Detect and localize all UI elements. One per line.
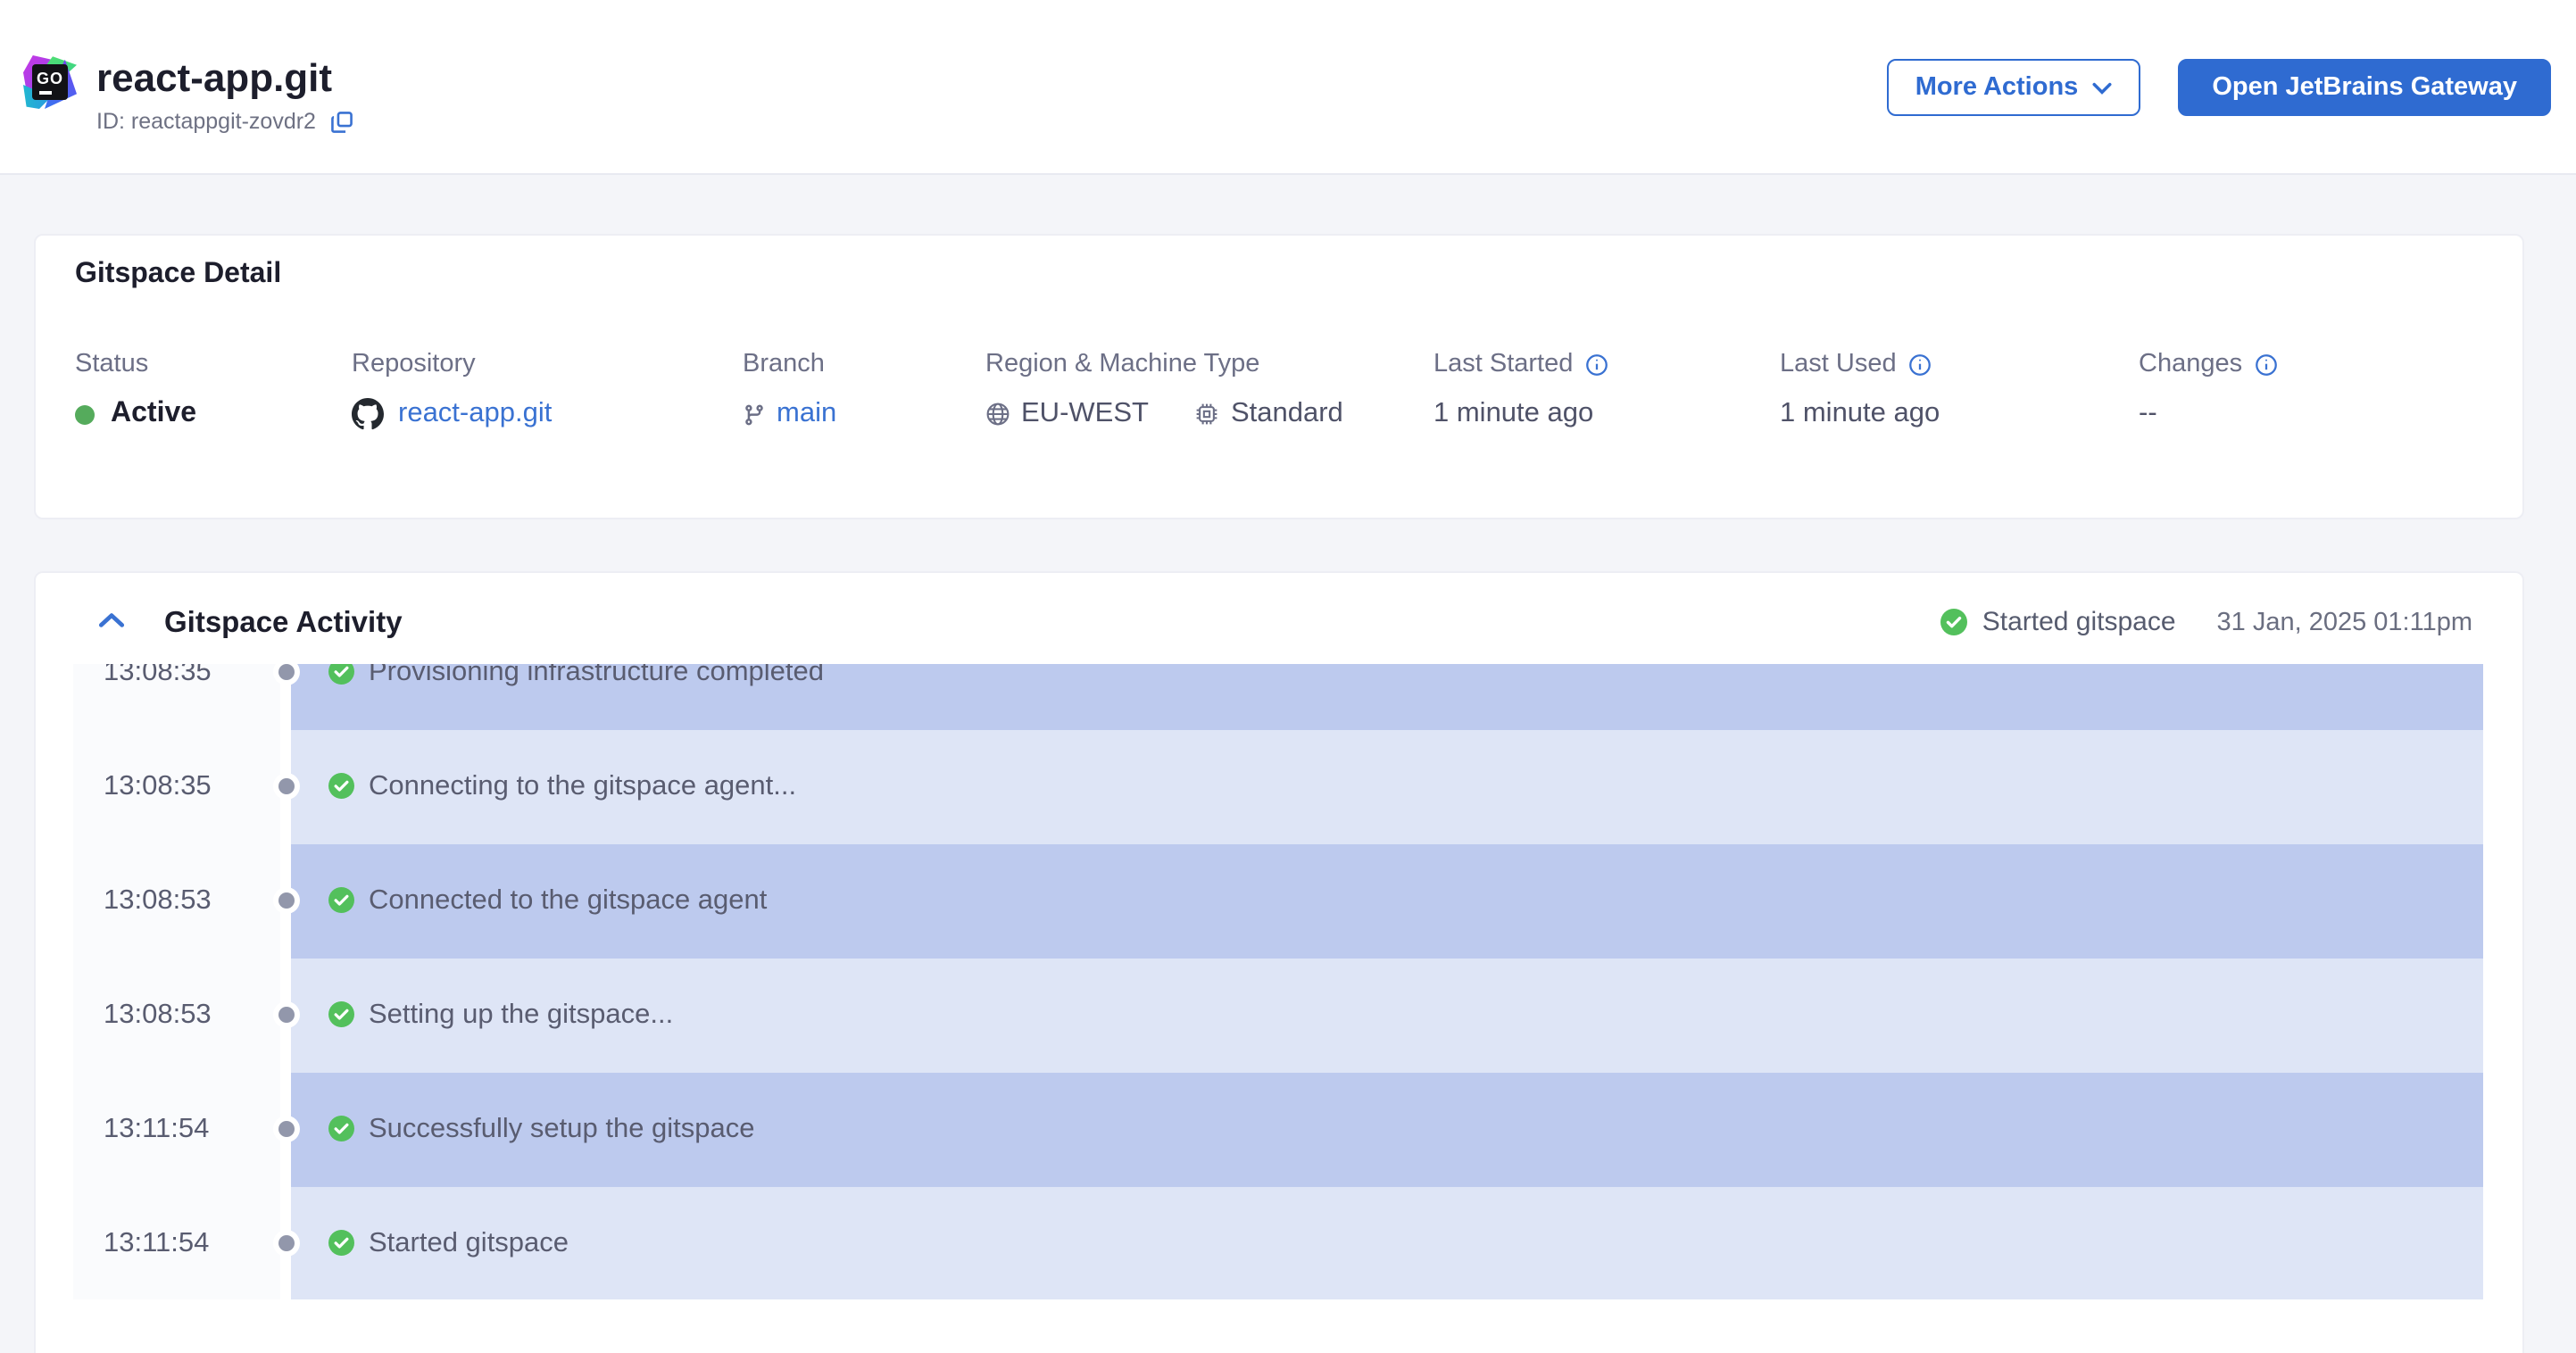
timeline-dot-icon (278, 1007, 295, 1023)
last-used-label: Last Used (1780, 350, 1897, 378)
latest-event-timestamp: 31 Jan, 2025 01:11pm (2216, 608, 2472, 636)
log-message: Connected to the gitspace agent (369, 884, 768, 915)
field-repository: Repository react-app.git (352, 350, 552, 430)
log-row: 13:11:54 Successfully setup the gitspace (73, 1072, 2483, 1186)
status-label: Status (75, 350, 149, 378)
activity-log-viewport[interactable]: 13:08:35 Provisioning infrastructure com… (73, 664, 2483, 1299)
field-branch: Branch main (743, 350, 836, 430)
branch-label: Branch (743, 350, 825, 378)
globe-icon (986, 403, 1010, 426)
check-circle-icon (328, 887, 354, 914)
changes-label: Changes (2139, 350, 2243, 378)
machine-type-icon (1197, 403, 1218, 425)
log-time: 13:08:53 (104, 999, 212, 1029)
check-circle-icon (1940, 609, 1968, 635)
timeline-dot-icon (278, 664, 295, 680)
log-message: Successfully setup the gitspace (369, 1113, 755, 1143)
field-region-machine: Region & Machine Type EU-WEST Standard (985, 350, 1343, 430)
timeline-dot-icon (278, 1235, 295, 1251)
log-message-cell: Connecting to the gitspace agent... (291, 729, 2483, 843)
open-gateway-label: Open JetBrains Gateway (2212, 73, 2517, 102)
last-started-label: Last Started (1433, 350, 1574, 378)
last-started-value: 1 minute ago (1433, 398, 1594, 428)
machine-type-value: Standard (1230, 398, 1343, 428)
log-row: 13:11:54 Started gitspace (73, 1186, 2483, 1299)
timeline-dot-icon (278, 892, 295, 909)
log-message: Connecting to the gitspace agent... (369, 770, 797, 801)
status-value: Active (111, 398, 197, 428)
gitspace-detail-page: GO react-app.git ID: reactappgit-zovdr2 … (0, 0, 2576, 1353)
changes-value: -- (2139, 398, 2157, 428)
log-message: Provisioning infrastructure completed (369, 664, 825, 686)
copy-icon[interactable] (330, 110, 353, 133)
region-machine-label: Region & Machine Type (985, 350, 1260, 378)
git-branch-icon (745, 403, 763, 425)
activity-latest-status: Started gitspace 31 Jan, 2025 01:11pm (1940, 607, 2472, 637)
field-last-started: Last Started 1 minute ago (1433, 350, 1608, 430)
status-active-dot (75, 404, 95, 424)
branch-link[interactable]: main (777, 398, 836, 430)
log-time: 13:11:54 (104, 1227, 210, 1258)
latest-event-label: Started gitspace (1982, 607, 2176, 637)
repository-link[interactable]: react-app.git (398, 398, 552, 430)
info-icon[interactable] (2255, 353, 2278, 376)
log-row: 13:08:35 Connecting to the gitspace agen… (73, 729, 2483, 843)
log-row: 13:08:53 Connected to the gitspace agent (73, 843, 2483, 958)
log-row: 13:08:35 Provisioning infrastructure com… (73, 664, 2483, 729)
gitspace-id: ID: reactappgit-zovdr2 (96, 109, 316, 134)
log-message: Started gitspace (369, 1227, 569, 1258)
region-value: EU-WEST (1021, 398, 1149, 428)
log-time: 13:08:35 (104, 770, 212, 801)
log-message-cell: Connected to the gitspace agent (291, 843, 2483, 958)
log-message: Setting up the gitspace... (369, 999, 674, 1029)
log-message-cell: Provisioning infrastructure completed (291, 664, 2483, 729)
check-circle-icon (328, 1230, 354, 1257)
detail-card-title: Gitspace Detail (75, 259, 282, 289)
gitspace-detail-card: Gitspace Detail Status Active Repository… (34, 234, 2524, 519)
check-circle-icon (328, 664, 354, 685)
chevron-down-icon (2092, 81, 2112, 94)
page-title: react-app.git (96, 55, 333, 100)
last-used-value: 1 minute ago (1780, 398, 1940, 428)
timeline-dot-icon (278, 778, 295, 794)
log-message-cell: Started gitspace (291, 1186, 2483, 1299)
repository-label: Repository (352, 350, 476, 378)
header-actions: More Actions Open JetBrains Gateway (1886, 59, 2551, 116)
info-icon[interactable] (1585, 353, 1608, 376)
goland-ide-icon: GO (23, 55, 77, 109)
field-last-used: Last Used 1 minute ago (1780, 350, 1940, 430)
gitspace-activity-card: Gitspace Activity Started gitspace 31 Ja… (34, 571, 2524, 1353)
log-message-cell: Setting up the gitspace... (291, 958, 2483, 1072)
log-time: 13:08:35 (104, 664, 212, 686)
check-circle-icon (328, 1116, 354, 1142)
header-identity: GO react-app.git ID: reactappgit-zovdr2 (23, 55, 353, 134)
log-time: 13:08:53 (104, 884, 212, 915)
open-jetbrains-gateway-button[interactable]: Open JetBrains Gateway (2178, 59, 2551, 116)
github-icon (352, 398, 384, 430)
check-circle-icon (328, 1001, 354, 1028)
page-header: GO react-app.git ID: reactappgit-zovdr2 … (0, 0, 2576, 175)
more-actions-label: More Actions (1915, 73, 2079, 102)
more-actions-button[interactable]: More Actions (1886, 59, 2141, 116)
log-time: 13:11:54 (104, 1113, 210, 1143)
log-row: 13:08:53 Setting up the gitspace... (73, 958, 2483, 1072)
field-changes: Changes -- (2139, 350, 2278, 430)
check-circle-icon (328, 773, 354, 800)
info-icon[interactable] (1909, 353, 1932, 376)
log-message-cell: Successfully setup the gitspace (291, 1072, 2483, 1186)
timeline-dot-icon (278, 1121, 295, 1137)
chevron-up-icon[interactable] (98, 612, 125, 628)
activity-header: Gitspace Activity Started gitspace 31 Ja… (36, 573, 2522, 664)
field-status: Status Active (75, 350, 196, 430)
activity-title: Gitspace Activity (164, 607, 403, 639)
